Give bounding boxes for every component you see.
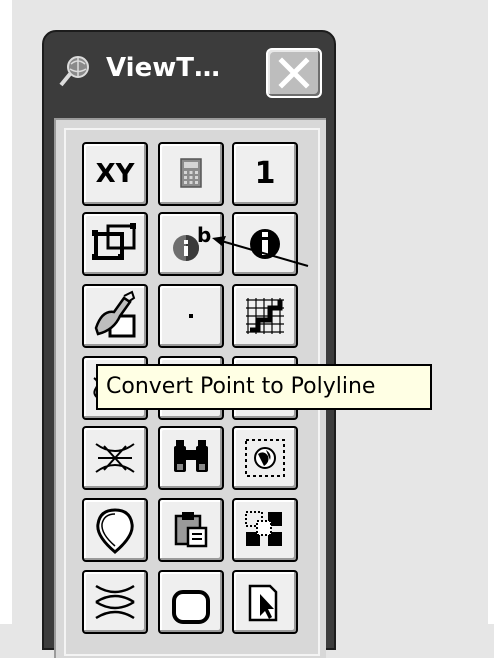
dotted-selection-icon: [245, 511, 282, 546]
rounded-rectangle-tool-button[interactable]: [158, 570, 224, 634]
info-b-icon: b: [173, 223, 211, 261]
info-icon: [250, 229, 280, 259]
xy-tool-button[interactable]: XY: [82, 142, 148, 206]
wave-lines-icon: [95, 584, 135, 620]
svg-text:b: b: [197, 223, 211, 247]
balloon-icon: [96, 508, 134, 554]
brush-edit-icon: [94, 290, 136, 338]
xy-text-icon: XY: [95, 159, 135, 189]
edit-paint-tool-button[interactable]: [82, 284, 148, 348]
grid-step-icon: [246, 298, 284, 334]
pointer-document-tool-button[interactable]: [232, 570, 298, 634]
binoculars-icon: [174, 440, 208, 472]
grid-polyline-tool-button[interactable]: [232, 284, 298, 348]
dot-icon: [189, 314, 193, 318]
clipboard-icon: [174, 512, 208, 548]
tooltip: Convert Point to Polyline: [96, 364, 432, 410]
magnifier-globe-icon: [59, 56, 89, 87]
close-icon: [278, 57, 310, 89]
select-objects-tool-button[interactable]: [82, 212, 148, 276]
clipboard-tool-button[interactable]: [158, 498, 224, 562]
tooltip-text: Convert Point to Polyline: [106, 374, 376, 399]
close-button[interactable]: [266, 48, 322, 98]
background-margin-right: [488, 0, 494, 624]
balloon-tool-button[interactable]: [82, 498, 148, 562]
rounded-rectangle-icon: [172, 590, 210, 624]
background-margin-left: [0, 0, 12, 624]
globe-selection-tool-button[interactable]: [232, 426, 298, 490]
info-tool-button[interactable]: [232, 212, 298, 276]
globe-selection-icon: [245, 439, 285, 477]
calculator-icon: [180, 158, 202, 188]
wave-lines-tool-button[interactable]: [82, 570, 148, 634]
number-one-tool-button[interactable]: 1: [232, 142, 298, 206]
calculator-tool-button[interactable]: [158, 142, 224, 206]
crossing-lines-tool-button[interactable]: [82, 426, 148, 490]
point-tool-button[interactable]: [158, 284, 224, 348]
crossing-lines-icon: [95, 443, 135, 473]
window-title: ViewT…: [106, 53, 220, 83]
pointer-document-icon: [248, 584, 278, 622]
binoculars-tool-button[interactable]: [158, 426, 224, 490]
select-rectangles-icon: [92, 223, 136, 260]
select-grid-tool-button[interactable]: [232, 498, 298, 562]
info-b-tool-button[interactable]: b: [158, 212, 224, 276]
number-one-icon: 1: [254, 156, 276, 191]
